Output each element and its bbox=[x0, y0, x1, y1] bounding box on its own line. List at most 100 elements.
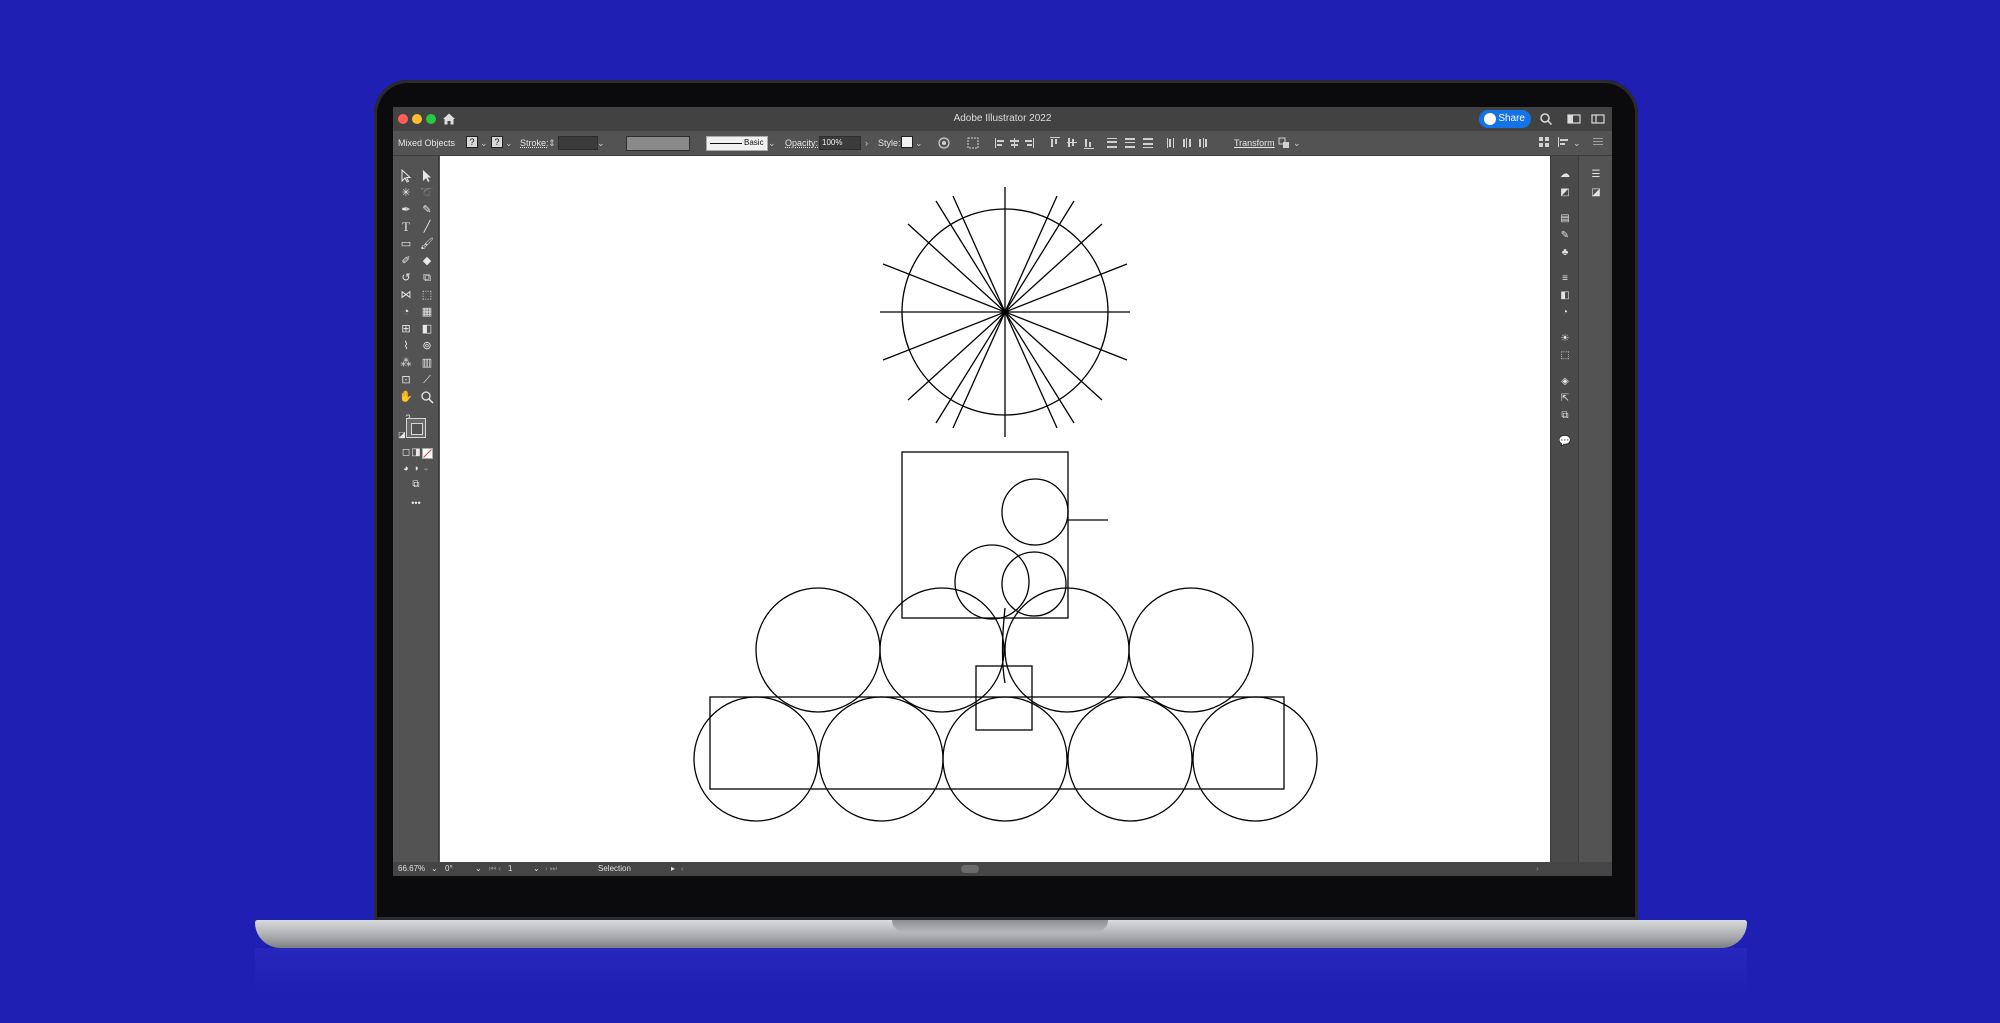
brushes-icon[interactable]: ✎ bbox=[1558, 230, 1572, 242]
layers-icon[interactable]: ◈ bbox=[1558, 376, 1572, 388]
eraser-tool-icon[interactable]: ◆ bbox=[420, 254, 434, 268]
none-mode-icon[interactable] bbox=[422, 448, 433, 459]
arrange-icon[interactable] bbox=[1539, 137, 1549, 147]
next-artboard-icon[interactable]: › ⏭ bbox=[545, 864, 557, 874]
perspective-grid-tool-icon[interactable]: ▦ bbox=[420, 305, 434, 319]
graphic-style-swatch[interactable] bbox=[901, 136, 913, 148]
align-panel-icon[interactable] bbox=[1558, 137, 1570, 147]
chevron-down-icon[interactable]: ⌄ bbox=[915, 138, 925, 148]
image-trace-icon[interactable]: ◩ bbox=[1558, 187, 1572, 199]
gradient-tool-icon[interactable]: ◧ bbox=[420, 322, 434, 336]
slice-tool-icon[interactable]: ⟋ bbox=[420, 373, 434, 387]
free-transform-tool-icon[interactable]: ⬚ bbox=[420, 288, 434, 302]
shaper-tool-icon[interactable]: ✐ bbox=[399, 254, 413, 268]
chevron-right-icon[interactable]: › bbox=[865, 138, 875, 148]
scroll-left-icon[interactable]: ‹ bbox=[681, 864, 684, 873]
artboards-icon[interactable]: ⧉ bbox=[1558, 410, 1572, 422]
workspace-switcher-icon[interactable] bbox=[1567, 112, 1581, 126]
gradient-panel-icon[interactable]: ◧ bbox=[1558, 290, 1572, 302]
swatches-icon[interactable]: ▤ bbox=[1558, 213, 1572, 225]
row1-circle-1[interactable] bbox=[693, 696, 819, 822]
artboard-number[interactable]: 1 bbox=[508, 864, 512, 873]
row2-circle-4[interactable] bbox=[1128, 587, 1254, 713]
chevron-down-icon[interactable]: ⌄ bbox=[1293, 138, 1303, 148]
rotate-tool-icon[interactable]: ↺ bbox=[399, 271, 413, 285]
artwork[interactable] bbox=[440, 156, 1550, 862]
artboard[interactable] bbox=[440, 156, 1550, 862]
magic-wand-tool-icon[interactable]: ✳ bbox=[399, 186, 413, 200]
starburst-rays[interactable] bbox=[880, 187, 1130, 437]
fill-stroke-swatch[interactable] bbox=[406, 418, 426, 438]
appearance-icon[interactable]: ☀ bbox=[1558, 333, 1572, 345]
opacity-label[interactable]: Opacity: bbox=[785, 138, 818, 148]
first-artboard-icon[interactable]: ⏮ ‹ bbox=[489, 864, 501, 874]
opacity-input[interactable]: 100% bbox=[819, 136, 861, 150]
direct-selection-tool-icon[interactable] bbox=[420, 169, 434, 183]
search-icon[interactable] bbox=[1539, 112, 1553, 126]
curvature-tool-icon[interactable]: ✎ bbox=[420, 203, 434, 217]
control-menu-icon[interactable] bbox=[1593, 137, 1603, 147]
chevron-down-icon[interactable]: ⌄ bbox=[505, 138, 515, 148]
chevron-down-icon[interactable]: ⌄ bbox=[431, 864, 438, 873]
recolor-artwork-icon[interactable] bbox=[938, 137, 950, 149]
zoom-level[interactable]: 66.67% bbox=[398, 864, 425, 873]
fill-swatch[interactable]: ? bbox=[466, 136, 478, 148]
line-tool-icon[interactable]: ╱ bbox=[420, 220, 434, 234]
hand-tool-icon[interactable]: ✋ bbox=[399, 390, 413, 404]
stroke-panel-icon[interactable]: ≡ bbox=[1558, 273, 1572, 285]
type-tool-icon[interactable]: T bbox=[399, 220, 413, 234]
lasso-tool-icon[interactable]: ➰ bbox=[420, 186, 434, 200]
export-icon[interactable]: ⇱ bbox=[1558, 393, 1572, 405]
horizontal-scrollbar-thumb[interactable] bbox=[961, 865, 979, 873]
properties-icon[interactable]: ☰ bbox=[1589, 169, 1603, 181]
transparency-icon[interactable]: ◔ bbox=[1558, 307, 1572, 319]
blend-tool-icon[interactable]: ⊚ bbox=[420, 339, 434, 353]
edit-toolbar-button[interactable]: ••• bbox=[409, 496, 423, 510]
row1-circle-3[interactable] bbox=[942, 696, 1068, 822]
shape-builder-tool-icon[interactable]: ◔ bbox=[399, 305, 413, 319]
rotation-value[interactable]: 0° bbox=[445, 864, 453, 873]
chevron-down-icon[interactable]: ⌄ bbox=[480, 138, 490, 148]
small-circle-right[interactable] bbox=[1001, 551, 1067, 617]
align-distribute-icons[interactable] bbox=[995, 137, 1235, 149]
scroll-right-icon[interactable]: › bbox=[1536, 864, 1539, 873]
row1-circle-2[interactable] bbox=[818, 696, 944, 822]
stroke-weight-input[interactable] bbox=[558, 136, 598, 150]
row2-circle-1[interactable] bbox=[755, 587, 881, 713]
comments-icon[interactable]: 💬 bbox=[1558, 436, 1572, 448]
chevron-down-icon[interactable]: ⌄ bbox=[768, 138, 778, 148]
isolate-icon[interactable] bbox=[1278, 137, 1292, 149]
long-rectangle[interactable] bbox=[709, 696, 1285, 790]
default-colors-icon[interactable]: ◪ bbox=[395, 428, 409, 442]
zoom-tool-icon[interactable] bbox=[420, 390, 434, 404]
row2-circle-2[interactable] bbox=[879, 587, 1005, 713]
share-button[interactable]: Share bbox=[1479, 110, 1531, 128]
row2-circle-3[interactable] bbox=[1004, 587, 1130, 713]
artboard-tool-icon[interactable]: ⊡ bbox=[399, 373, 413, 387]
symbols-icon[interactable]: ♣ bbox=[1558, 247, 1572, 259]
transform-button[interactable]: Transform bbox=[1234, 138, 1275, 148]
draw-inside-icon[interactable]: ◒ bbox=[419, 461, 433, 475]
paintbrush-tool-icon[interactable]: 🖌 bbox=[420, 237, 434, 251]
stepper-icon[interactable]: ⇕ bbox=[548, 138, 558, 148]
rectangle-tool-icon[interactable]: ▭ bbox=[399, 237, 413, 251]
mesh-tool-icon[interactable]: ⊞ bbox=[399, 322, 413, 336]
scale-tool-icon[interactable]: ⧉ bbox=[420, 271, 434, 285]
eyedropper-tool-icon[interactable]: ⌇ bbox=[399, 339, 413, 353]
chevron-down-icon[interactable]: ⌄ bbox=[475, 864, 482, 873]
gradient-mode-icon[interactable]: ◨ bbox=[409, 446, 423, 460]
pen-tool-icon[interactable]: ✒ bbox=[399, 203, 413, 217]
libraries-icon[interactable]: ☁ bbox=[1558, 169, 1572, 181]
libraries-panel-icon[interactable]: ◪ bbox=[1589, 187, 1603, 199]
row1-circle-5[interactable] bbox=[1192, 696, 1318, 822]
variable-width-profile[interactable] bbox=[626, 136, 690, 151]
status-menu-arrow-icon[interactable]: ▸ bbox=[671, 864, 675, 873]
chevron-down-icon[interactable]: ⌄ bbox=[533, 864, 540, 873]
chevron-down-icon[interactable]: ⌄ bbox=[1573, 138, 1583, 148]
selection-tool-icon[interactable] bbox=[399, 169, 413, 183]
graph-tool-icon[interactable]: ▥ bbox=[420, 356, 434, 370]
chevron-down-icon[interactable]: ⌄ bbox=[597, 138, 607, 148]
width-tool-icon[interactable]: ⋈ bbox=[399, 288, 413, 302]
small-circle-top[interactable] bbox=[1001, 478, 1069, 546]
stroke-swatch[interactable]: ? bbox=[491, 136, 503, 148]
